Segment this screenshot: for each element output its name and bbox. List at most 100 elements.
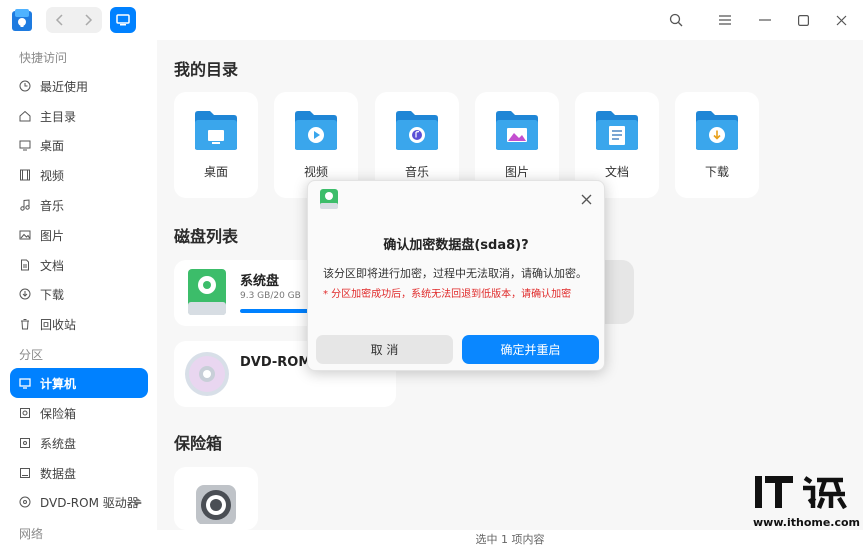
sidebar-item-computer[interactable]: 计算机 [10,368,148,398]
chevron-left-icon [55,14,63,26]
download-folder-icon [696,111,738,150]
vault-card[interactable] [174,467,258,530]
dvd-disc-icon [185,352,229,396]
disk-list-title: 磁盘列表 [174,227,239,246]
navigation-buttons [46,7,102,33]
disk-icon [18,466,32,480]
sidebar-section-quick-access: 快捷访问 [19,51,68,65]
cancel-button[interactable]: 取 消 [316,335,453,364]
folder-label: 桌面 [203,165,228,179]
sidebar-item-home[interactable]: 主目录 [10,101,148,131]
sidebar-item-label: DVD-ROM 驱动器 [40,495,139,510]
folder-label: 音乐 [404,165,429,179]
minimize-icon [759,19,771,21]
sidebar-item-documents[interactable]: 文档 [10,250,148,280]
sidebar-item-system-disk[interactable]: 系统盘 [10,428,148,458]
sidebar-item-downloads[interactable]: 下载 [10,279,148,309]
sidebar-item-label: 数据盘 [40,466,77,481]
dvd-icon [18,495,32,509]
eject-icon[interactable]: ⏏ [133,497,142,507]
sidebar-item-videos[interactable]: 视频 [10,160,148,190]
picture-icon [18,228,32,242]
folder-label: 下载 [704,165,729,179]
maximize-button[interactable] [793,10,813,30]
sidebar-item-label: 文档 [40,258,65,273]
ithome-watermark-logo [755,476,847,510]
file-manager-logo-icon [12,9,32,31]
folder-card-desktop[interactable]: 桌面 [174,92,258,198]
search-button[interactable] [666,10,686,30]
picture-folder-icon [496,111,538,150]
dialog-warning: * 分区加密成功后，系统无法回退到低版本，请确认加密 [323,289,572,300]
system-disk-icon [188,269,226,315]
folder-label: 图片 [504,165,529,179]
sidebar-item-label: 视频 [40,168,65,183]
disk-usage-fill [240,309,310,313]
ithome-watermark-url: www.ithome.com [753,516,861,529]
disk-name: 系统盘 [240,274,280,289]
music-icon [18,198,32,212]
clock-icon [18,79,32,93]
dialog-message: 该分区即将进行加密，过程中无法取消，请确认加密。 [323,267,587,280]
disk-size: 9.3 GB/20 GB [240,291,301,301]
vault-icon [196,485,236,524]
dialog-close-button[interactable] [581,190,592,209]
sidebar-item-recent[interactable]: 最近使用 [10,71,148,101]
computer-view-button[interactable] [110,7,136,33]
sidebar-item-label: 保险箱 [40,406,77,421]
home-icon [18,109,32,123]
sidebar: 快捷访问 最近使用 主目录 桌面 视频 音乐 图片 文档 下载 回收站 分区 计… [0,40,157,550]
sidebar-item-vault[interactable]: 保险箱 [10,398,148,428]
download-icon [18,287,32,301]
sidebar-item-dvd-rom[interactable]: DVD-ROM 驱动器 ⏏ [10,487,148,517]
folder-label: 视频 [303,165,328,179]
trash-icon [18,317,32,331]
sidebar-item-label: 下载 [40,287,65,302]
sidebar-item-label: 音乐 [40,198,65,213]
folder-card-downloads[interactable]: 下载 [675,92,759,198]
sidebar-item-label: 主目录 [40,109,77,124]
encrypt-confirm-dialog: 确认加密数据盘(sda8)? 该分区即将进行加密，过程中无法取消，请确认加密。 … [307,180,605,371]
main-menu-button[interactable] [715,10,735,30]
status-bar: 选中 1 项内容 [157,530,863,550]
close-icon [581,194,592,205]
disk-icon [18,436,32,450]
menu-icon [719,15,731,25]
sidebar-item-label: 系统盘 [40,436,77,451]
sidebar-item-label: 回收站 [40,317,77,332]
dialog-title: 确认加密数据盘(sda8)? [383,238,529,253]
sidebar-section-network: 网络 [19,527,44,541]
sidebar-item-pictures[interactable]: 图片 [10,220,148,250]
confirm-restart-button[interactable]: 确定并重启 [462,335,599,364]
computer-icon [18,376,32,390]
chevron-right-icon [85,14,93,26]
document-folder-icon [596,111,638,150]
sidebar-item-label: 计算机 [40,376,77,391]
my-directories-title: 我的目录 [174,60,239,79]
sidebar-item-trash[interactable]: 回收站 [10,309,148,339]
computer-icon [116,14,130,26]
document-icon [18,258,32,272]
sidebar-item-data-disk[interactable]: 数据盘 [10,458,148,488]
video-folder-icon [295,111,337,150]
close-icon [836,15,846,25]
desktop-icon [18,138,32,152]
back-button[interactable] [46,7,74,33]
sidebar-item-label: 图片 [40,228,65,243]
minimize-button[interactable] [755,10,775,30]
close-window-button[interactable] [831,10,851,30]
sidebar-section-partitions: 分区 [19,348,44,362]
folder-label: 文档 [604,165,629,179]
search-icon [669,13,683,27]
vault-title: 保险箱 [174,434,223,453]
sidebar-item-label: 最近使用 [40,79,89,94]
sidebar-item-desktop[interactable]: 桌面 [10,130,148,160]
disk-utility-logo-icon [320,189,338,209]
title-bar [0,0,863,40]
sidebar-item-music[interactable]: 音乐 [10,190,148,220]
safe-icon [18,406,32,420]
video-icon [18,168,32,182]
music-folder-icon [396,111,438,150]
maximize-icon [797,14,809,26]
forward-button[interactable] [74,7,102,33]
